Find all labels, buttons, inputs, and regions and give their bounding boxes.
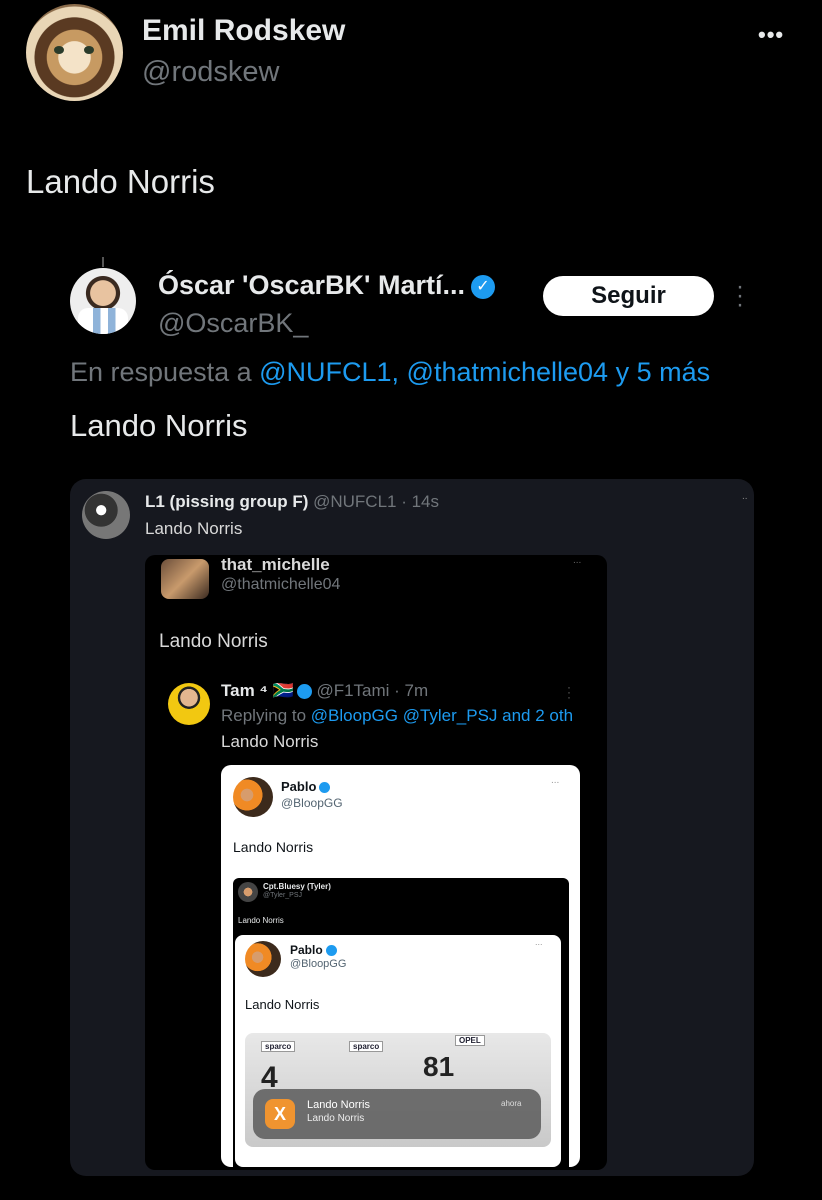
cpt-avatar	[238, 882, 258, 902]
attached-image[interactable]: L1 (pissing group F) @NUFCL1 · 14s Lando…	[70, 479, 754, 1176]
tam-reply-prefix: Replying to	[221, 706, 311, 725]
author-name[interactable]: Emil Rodskew	[142, 14, 345, 48]
x-app-icon: X	[265, 1099, 295, 1129]
avatar-eye	[84, 46, 94, 54]
tam-name: Tam ⁴ 🇿🇦	[221, 681, 294, 700]
quoted-tweet-text: Lando Norris	[70, 408, 248, 443]
michelle-text: Lando Norris	[159, 631, 268, 652]
quoted-author-avatar[interactable]	[70, 268, 136, 334]
tam-reply-targets: @BloopGG @Tyler_PSJ and 2 oth	[310, 706, 574, 725]
reply-prefix: En respuesta a	[70, 357, 260, 387]
quoted-author-name-text: Óscar 'OscarBK' Martí...	[158, 270, 465, 300]
pablo-name: Pablo	[281, 779, 317, 794]
tam-avatar	[168, 683, 210, 725]
tam-verified-icon	[296, 684, 312, 700]
race-suit-photo: sparco sparco OPEL 4 81 X Lando Norris L…	[245, 1033, 551, 1147]
michelle-handle: @thatmichelle04	[221, 576, 341, 593]
tweet-text: Lando Norris	[26, 163, 215, 200]
michelle-name: that_michelle	[221, 555, 330, 574]
l1-dots-icon: ..	[742, 491, 748, 502]
author-avatar[interactable]	[26, 4, 123, 101]
notification-body: Lando Norris	[307, 1113, 365, 1124]
reply-context: En respuesta a @NUFCL1, @thatmichelle04 …	[70, 357, 710, 388]
pablo2-avatar	[245, 941, 281, 977]
tam-text: Lando Norris	[221, 732, 319, 751]
author-handle[interactable]: @rodskew	[142, 56, 279, 89]
pablo-verified-icon	[319, 782, 331, 794]
cpt-name: Cpt.Bluesy (Tyler)	[263, 882, 331, 891]
l1-name: L1 (pissing group F)	[145, 492, 309, 511]
pablo2-name: Pablo	[290, 943, 323, 957]
quoted-author-name[interactable]: Óscar 'OscarBK' Martí... ✓	[158, 270, 495, 301]
tam-kebab-icon: · · ·	[567, 680, 571, 704]
tam-header: Tam ⁴ 🇿🇦 @F1Tami · 7m	[221, 681, 428, 701]
pablo-header: Pablo	[281, 779, 331, 794]
pablo2-verified-icon	[325, 945, 337, 957]
pablo-handle: @BloopGG	[281, 796, 343, 810]
michelle-avatar	[161, 559, 209, 599]
sponsor-logo: OPEL	[455, 1035, 485, 1046]
sponsor-logo: sparco	[261, 1041, 296, 1052]
verified-badge-icon: ✓	[470, 274, 495, 299]
pablo-text: Lando Norris	[233, 839, 314, 855]
reply-targets-link[interactable]: @NUFCL1, @thatmichelle04 y 5 más	[259, 357, 710, 387]
nested-screenshot-light-2: Pablo @BloopGG ... Lando Norris sparco s…	[235, 935, 561, 1167]
tam-handle: @F1Tami · 7m	[311, 681, 429, 700]
michelle-dots-icon: ...	[573, 555, 582, 566]
pablo-avatar	[233, 777, 273, 817]
tam-reply-context: Replying to @BloopGG @Tyler_PSJ and 2 ot…	[221, 706, 593, 726]
follow-button[interactable]: Seguir	[543, 276, 714, 316]
pablo2-header: Pablo	[290, 943, 337, 957]
notification-banner: X Lando Norris Lando Norris ahora	[253, 1089, 541, 1139]
cpt-text: Lando Norris	[238, 916, 284, 925]
l1-text: Lando Norris	[145, 519, 243, 538]
l1-handle: @NUFCL1 · 14s	[308, 492, 440, 511]
nested-screenshot-dark: that_michelle @thatmichelle04 ... Lando …	[145, 555, 607, 1170]
notification-title: Lando Norris	[307, 1099, 370, 1111]
quoted-author-handle[interactable]: @OscarBK_	[158, 308, 308, 339]
more-options-icon[interactable]: •••	[758, 22, 784, 48]
nested-screenshot-dark-2: Cpt.Bluesy (Tyler) @Tyler_PSJ Lando Norr…	[233, 878, 569, 1167]
kebab-menu-icon[interactable]: · · ·	[736, 275, 744, 317]
nested-screenshot-light: Pablo @BloopGG ... Lando Norris Cpt.Blue…	[221, 765, 580, 1167]
notification-time: ahora	[501, 1099, 522, 1108]
car-number: 81	[423, 1051, 455, 1082]
avatar-shirt	[78, 308, 128, 334]
pablo-dots-icon: ...	[551, 775, 560, 786]
avatar-eye	[54, 46, 64, 54]
pablo2-handle: @BloopGG	[290, 958, 347, 970]
thread-line	[102, 257, 104, 267]
l1-header: L1 (pissing group F) @NUFCL1 · 14s	[145, 492, 439, 512]
l1-avatar	[82, 491, 130, 539]
cpt-handle: @Tyler_PSJ	[263, 892, 303, 899]
pablo2-text: Lando Norris	[245, 997, 320, 1012]
sponsor-logo: sparco	[349, 1041, 384, 1052]
pablo2-dots-icon: ...	[535, 937, 543, 947]
